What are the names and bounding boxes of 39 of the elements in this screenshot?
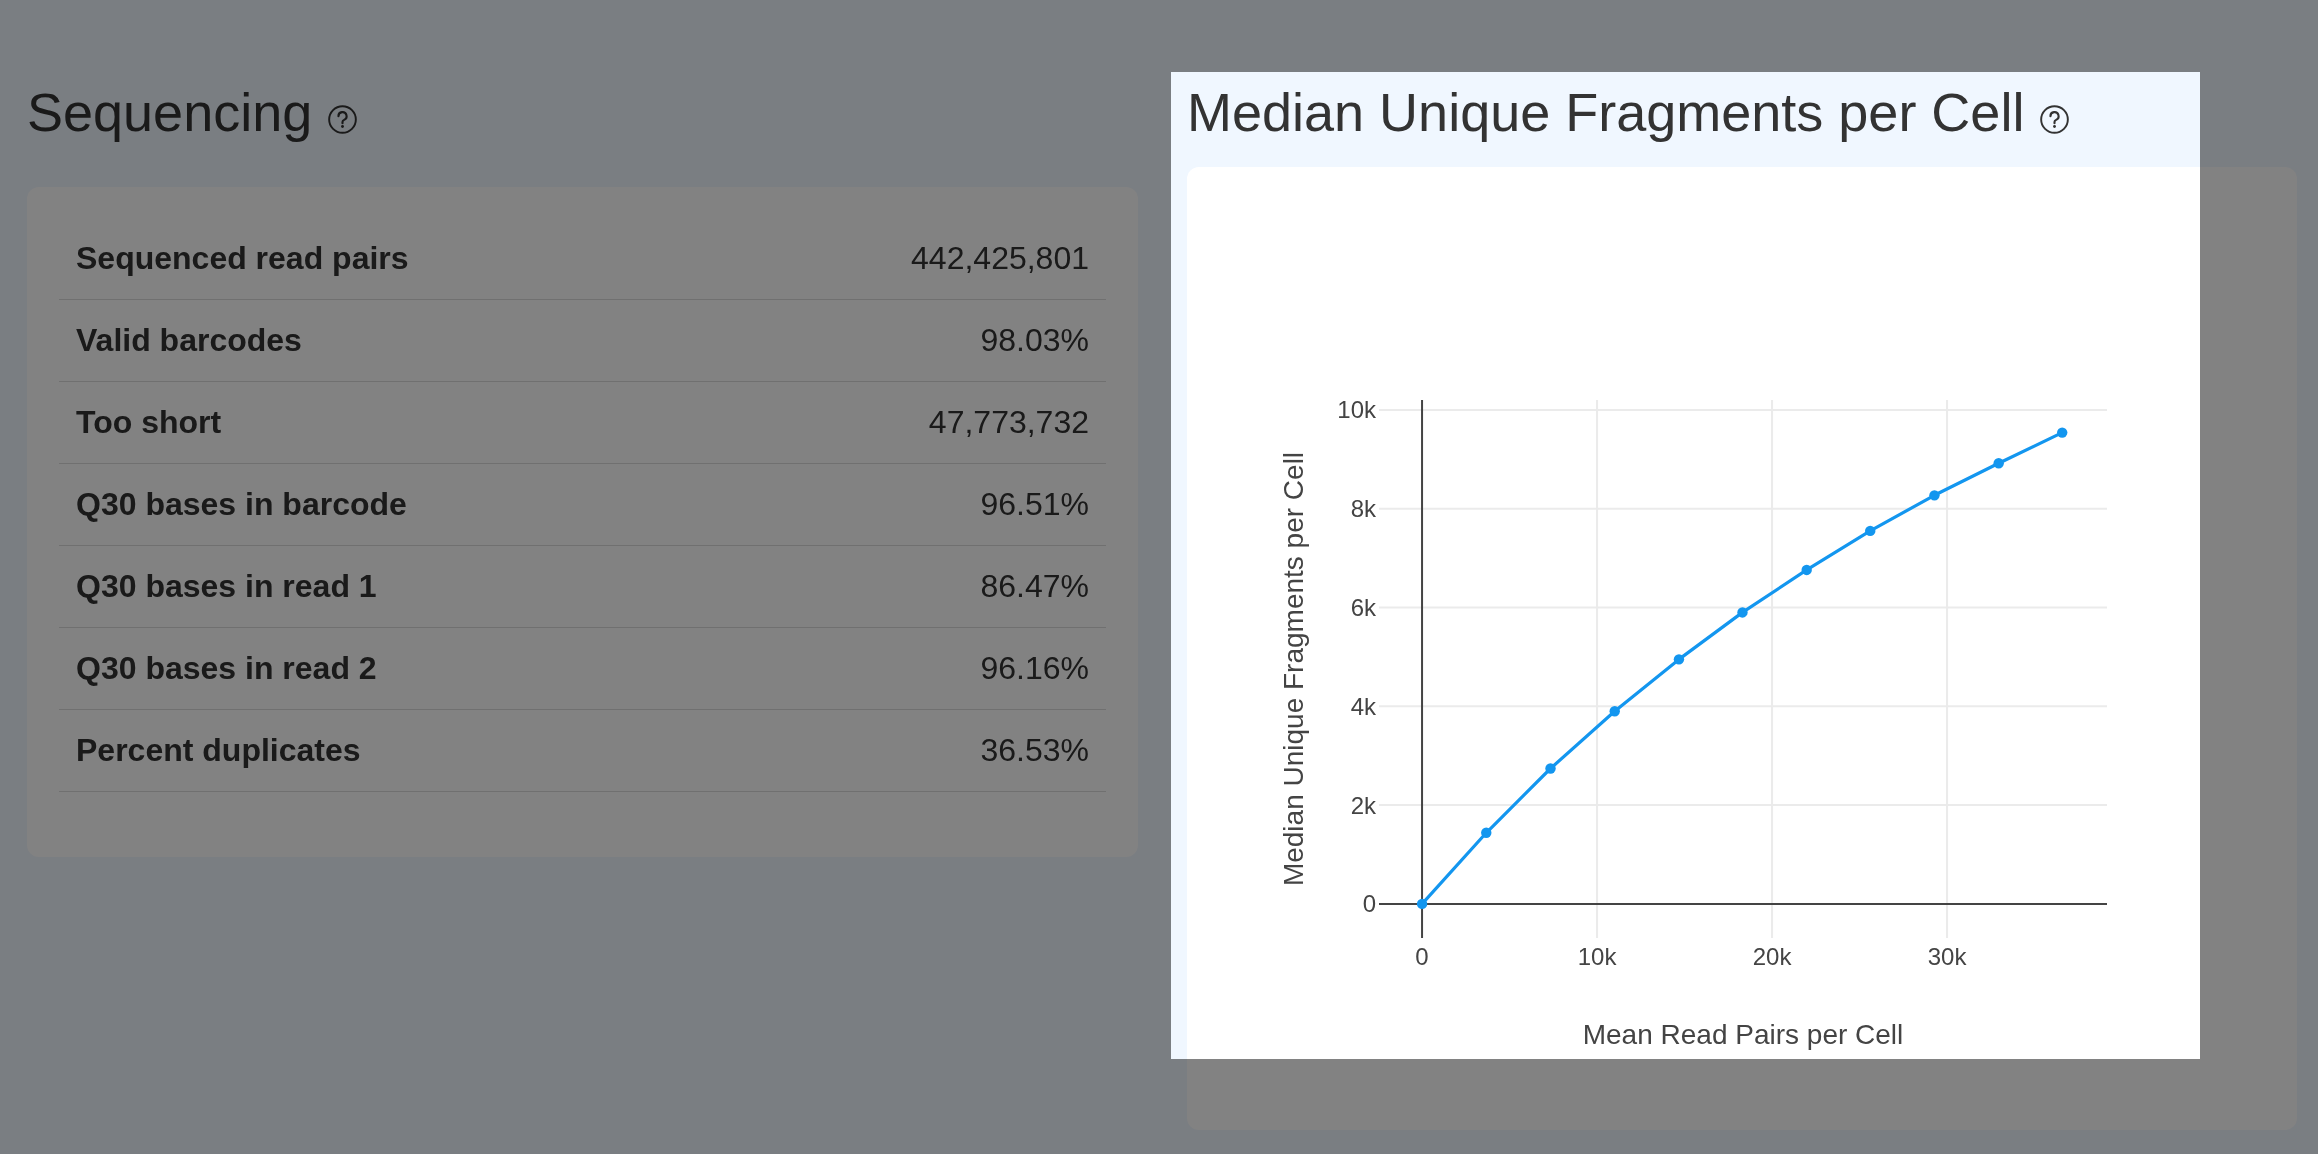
data-point	[1929, 490, 1940, 501]
y-tick-label: 2k	[1350, 791, 1376, 819]
metric-value: 96.51%	[980, 486, 1089, 523]
data-point	[1993, 458, 2004, 469]
data-point	[1865, 525, 1876, 537]
data-point	[1545, 763, 1556, 774]
y-tick-label: 6k	[1350, 594, 1376, 621]
y-tick-label: 8k	[1350, 495, 1376, 523]
metric-value: 86.47%	[980, 568, 1089, 605]
x-tick-label: 30k	[1927, 942, 1967, 970]
section-title: Sequencing	[27, 81, 313, 144]
data-point	[1609, 706, 1620, 717]
metric-label: Q30 bases in read 2	[76, 650, 377, 687]
y-tick-label: 0	[1362, 890, 1376, 918]
y-axis-title: Median Unique Fragments per Cell	[1277, 451, 1309, 887]
metric-label: Q30 bases in read 1	[76, 568, 377, 605]
data-point	[1737, 607, 1748, 618]
x-tick-label: 20k	[1752, 942, 1792, 970]
x-axis-title: Mean Read Pairs per Cell	[1582, 1018, 1904, 1050]
y-tick-label: 4k	[1350, 692, 1376, 720]
metric-value: 36.53%	[980, 732, 1089, 769]
data-point	[1481, 827, 1492, 838]
help-icon[interactable]	[2040, 105, 2070, 134]
section-title: Median Unique Fragments per Cell	[1187, 81, 2025, 144]
metric-label: Sequenced read pairs	[76, 240, 409, 277]
y-tick-label: 10k	[1337, 396, 1376, 424]
metric-label: Q30 bases in barcode	[76, 486, 407, 523]
metric-label: Percent duplicates	[76, 732, 361, 769]
data-point	[1673, 654, 1685, 665]
metric-label: Valid barcodes	[76, 322, 302, 359]
data-point	[1801, 564, 1812, 576]
metric-value: 98.03%	[980, 322, 1089, 359]
metric-value: 442,425,801	[911, 240, 1089, 277]
metric-value: 96.16%	[980, 650, 1089, 687]
x-tick-label: 10k	[1577, 942, 1617, 970]
metric-value: 47,773,732	[928, 404, 1089, 441]
data-point	[2057, 427, 2068, 438]
metric-label: Too short	[76, 404, 222, 441]
x-tick-label: 0	[1415, 942, 1429, 970]
